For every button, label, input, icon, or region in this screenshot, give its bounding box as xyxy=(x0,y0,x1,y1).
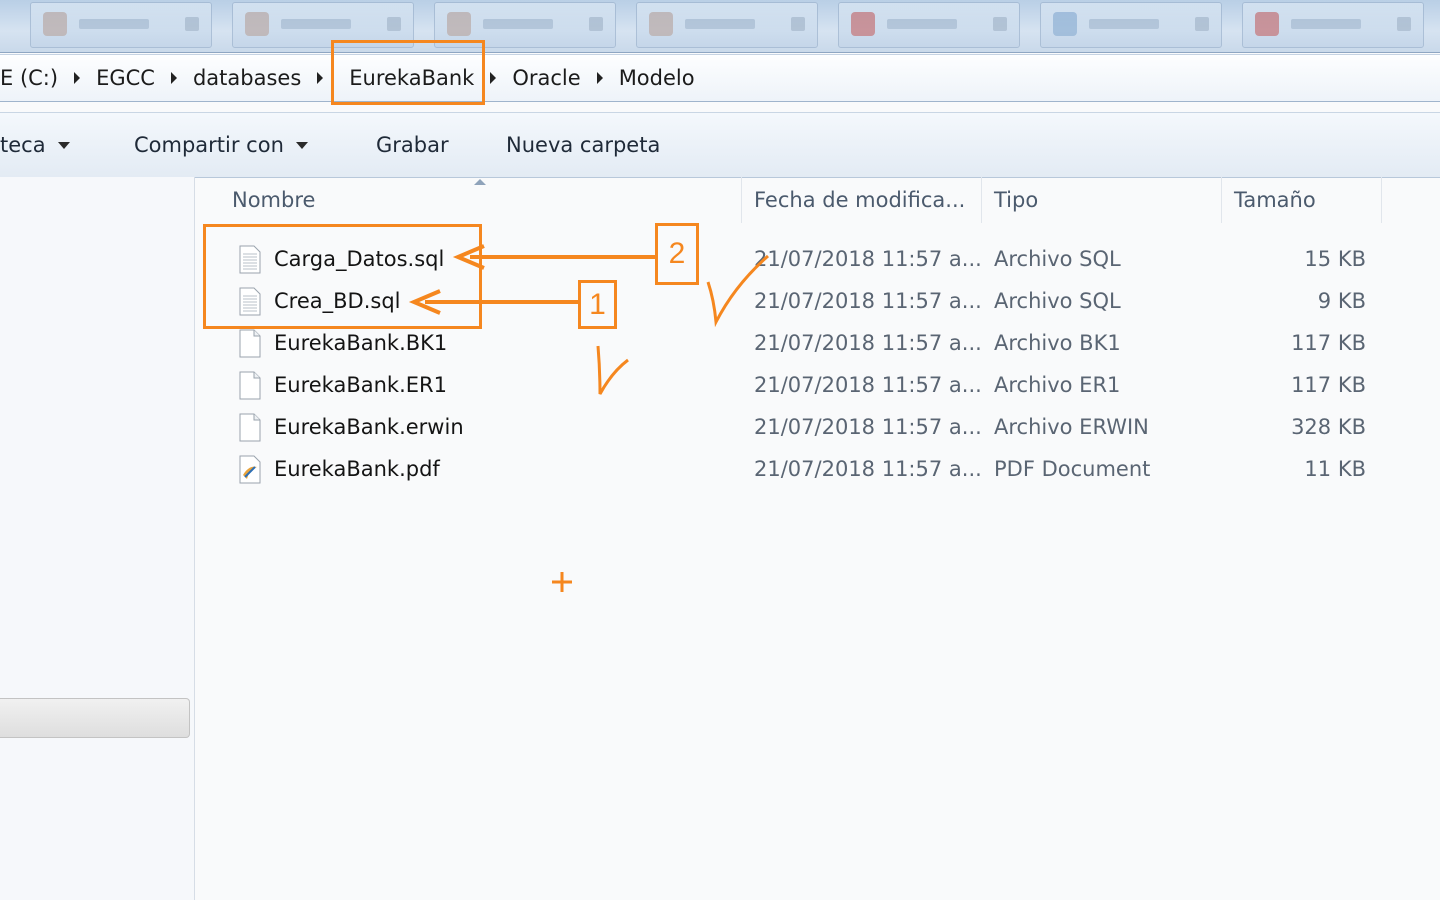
close-icon[interactable] xyxy=(1195,17,1209,31)
file-name[interactable]: EurekaBank.pdf xyxy=(274,448,440,490)
app-icon xyxy=(1255,12,1279,36)
file-date: 21/07/2018 11:57 a... xyxy=(754,247,982,271)
app-icon xyxy=(851,12,875,36)
new-folder-button[interactable]: Nueva carpeta xyxy=(506,113,660,177)
breadcrumb-drive[interactable]: E (C:) xyxy=(0,66,66,90)
breadcrumb-egcc[interactable]: EGCC xyxy=(88,66,163,90)
annotation-highlight-breadcrumb xyxy=(331,40,485,105)
chevron-down-icon xyxy=(295,141,308,149)
file-size: 328 KB xyxy=(1291,415,1366,439)
horizontal-scrollbar[interactable] xyxy=(0,698,190,738)
column-header: Nombre Fecha de modifica... Tipo Tamaño xyxy=(196,177,1382,223)
burn-button[interactable]: Grabar xyxy=(376,113,449,177)
breadcrumb-oracle[interactable]: Oracle xyxy=(504,66,588,90)
close-icon[interactable] xyxy=(993,17,1007,31)
file-date: 21/07/2018 11:57 a... xyxy=(754,457,982,481)
column-name-label: Nombre xyxy=(232,188,316,212)
file-size: 11 KB xyxy=(1304,457,1366,481)
file-size: 117 KB xyxy=(1291,331,1366,355)
breadcrumb-modelo[interactable]: Modelo xyxy=(611,66,703,90)
chevron-down-icon xyxy=(57,141,70,149)
file-type: Archivo ERWIN xyxy=(994,415,1149,439)
chevron-right-icon[interactable] xyxy=(490,72,497,84)
close-icon[interactable] xyxy=(589,17,603,31)
file-type: Archivo BK1 xyxy=(994,331,1121,355)
library-label: teca xyxy=(0,133,46,157)
blank-file-icon xyxy=(239,371,261,400)
column-date[interactable]: Fecha de modifica... xyxy=(742,177,982,223)
blank-file-icon xyxy=(239,413,261,442)
column-type[interactable]: Tipo xyxy=(982,177,1222,223)
chevron-right-icon[interactable] xyxy=(74,72,81,84)
app-icon xyxy=(447,12,471,36)
taskbar-button[interactable] xyxy=(838,2,1020,48)
column-type-label: Tipo xyxy=(994,188,1039,212)
close-icon[interactable] xyxy=(1397,17,1411,31)
file-size: 117 KB xyxy=(1291,373,1366,397)
column-name[interactable]: Nombre xyxy=(196,177,742,223)
command-bar: teca Compartir con Grabar Nueva carpeta xyxy=(0,112,1440,178)
annotation-highlight-sql-files xyxy=(203,224,482,329)
file-date: 21/07/2018 11:57 a... xyxy=(754,331,982,355)
file-type: Archivo SQL xyxy=(994,247,1121,271)
file-type: PDF Document xyxy=(994,457,1151,481)
sort-ascending-icon xyxy=(474,179,486,185)
breadcrumb-databases[interactable]: databases xyxy=(185,66,309,90)
app-icon xyxy=(245,12,269,36)
close-icon[interactable] xyxy=(185,17,199,31)
taskbar-button[interactable] xyxy=(636,2,818,48)
chevron-right-icon[interactable] xyxy=(317,72,324,84)
file-type: Archivo SQL xyxy=(994,289,1121,313)
share-with-button[interactable]: Compartir con xyxy=(134,113,308,177)
taskbar-button[interactable] xyxy=(30,2,212,48)
file-row[interactable]: EurekaBank.ER1 21/07/2018 11:57 a... Archi… xyxy=(196,364,1382,406)
pdf-file-icon xyxy=(239,455,261,484)
file-date: 21/07/2018 11:57 a... xyxy=(754,289,982,313)
file-row[interactable]: EurekaBank.erwin 21/07/2018 11:57 a... Arc… xyxy=(196,406,1382,448)
taskbar xyxy=(0,0,1440,53)
library-menu-button[interactable]: teca xyxy=(0,113,70,177)
taskbar-button[interactable] xyxy=(1040,2,1222,48)
file-row[interactable]: EurekaBank.pdf 21/07/2018 11:57 a... PDF D… xyxy=(196,448,1382,490)
file-size: 15 KB xyxy=(1304,247,1366,271)
app-icon xyxy=(43,12,67,36)
file-date: 21/07/2018 11:57 a... xyxy=(754,415,982,439)
file-type: Archivo ER1 xyxy=(994,373,1121,397)
file-date: 21/07/2018 11:57 a... xyxy=(754,373,982,397)
chevron-right-icon[interactable] xyxy=(596,72,603,84)
column-size[interactable]: Tamaño xyxy=(1222,177,1382,223)
column-size-label: Tamaño xyxy=(1234,188,1316,212)
share-with-label: Compartir con xyxy=(134,133,284,157)
column-date-label: Fecha de modifica... xyxy=(754,188,966,212)
address-bar[interactable]: E (C:) EGCC databases EurekaBank Oracle … xyxy=(0,54,1440,102)
file-size: 9 KB xyxy=(1317,289,1366,313)
file-name[interactable]: EurekaBank.ER1 xyxy=(274,364,447,406)
annotation-step-2: 2 xyxy=(655,223,699,285)
annotation-step-1: 1 xyxy=(578,280,617,329)
file-name[interactable]: EurekaBank.erwin xyxy=(274,406,464,448)
app-icon xyxy=(649,12,673,36)
chevron-right-icon[interactable] xyxy=(170,72,177,84)
close-icon[interactable] xyxy=(791,17,805,31)
navigation-pane[interactable] xyxy=(0,177,195,900)
app-icon xyxy=(1053,12,1077,36)
burn-label: Grabar xyxy=(376,133,449,157)
close-icon[interactable] xyxy=(387,17,401,31)
new-folder-label: Nueva carpeta xyxy=(506,133,661,157)
taskbar-button[interactable] xyxy=(1242,2,1424,48)
blank-file-icon xyxy=(239,329,261,358)
